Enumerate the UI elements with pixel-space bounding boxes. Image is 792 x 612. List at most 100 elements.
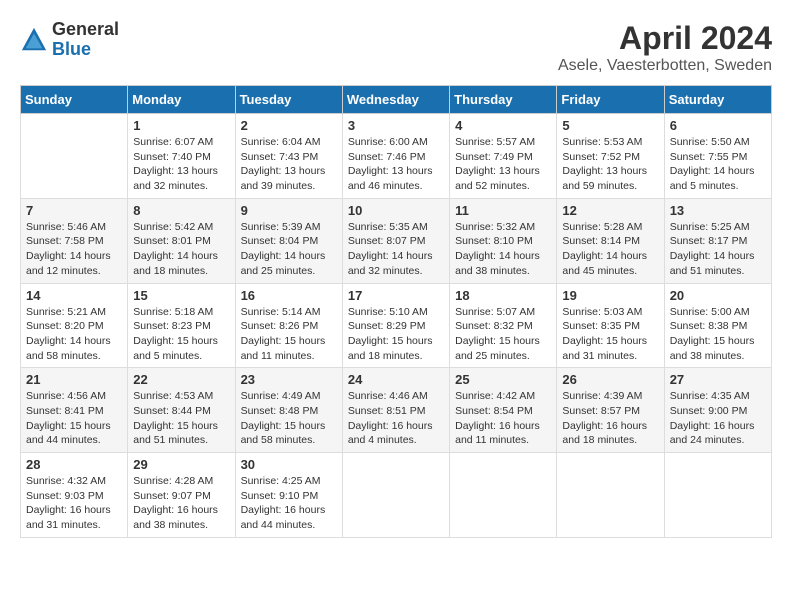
header-friday: Friday	[557, 86, 664, 114]
cell-content: Sunrise: 4:32 AM Sunset: 9:03 PM Dayligh…	[26, 474, 122, 533]
cell-content: Sunrise: 5:32 AM Sunset: 8:10 PM Dayligh…	[455, 220, 551, 279]
calendar-week-row: 1Sunrise: 6:07 AM Sunset: 7:40 PM Daylig…	[21, 114, 772, 199]
calendar-week-row: 21 Sunrise: 4:56 AM Sunset: 8:41 PM Dayli…	[21, 368, 772, 453]
header-sunday: Sunday	[21, 86, 128, 114]
cell-content: Sunrise: 5:25 AM Sunset: 8:17 PM Dayligh…	[670, 220, 766, 279]
cell-content: Sunrise: 4:53 AM Sunset: 8:44 PM Dayligh…	[133, 389, 229, 448]
calendar-cell: 10Sunrise: 5:35 AM Sunset: 8:07 PM Dayli…	[342, 198, 449, 283]
cell-content: Sunrise: 6:04 AM Sunset: 7:43 PM Dayligh…	[241, 135, 337, 194]
day-number: 28	[26, 457, 122, 472]
calendar-cell	[557, 453, 664, 538]
calendar-cell: 3 Sunrise: 6:00 AM Sunset: 7:46 PM Daylig…	[342, 114, 449, 199]
calendar-cell: 25Sunrise: 4:42 AM Sunset: 8:54 PM Dayli…	[450, 368, 557, 453]
day-number: 21	[26, 372, 122, 387]
calendar-week-row: 28 Sunrise: 4:32 AM Sunset: 9:03 PM Dayli…	[21, 453, 772, 538]
calendar-cell: 30Sunrise: 4:25 AM Sunset: 9:10 PM Dayli…	[235, 453, 342, 538]
day-number: 22	[133, 372, 229, 387]
day-number: 3	[348, 118, 444, 133]
calendar-cell: 4 Sunrise: 5:57 AM Sunset: 7:49 PM Daylig…	[450, 114, 557, 199]
calendar-week-row: 14 Sunrise: 5:21 AM Sunset: 8:20 PM Dayli…	[21, 283, 772, 368]
logo-icon	[20, 26, 48, 54]
day-number: 20	[670, 288, 766, 303]
calendar-cell: 14 Sunrise: 5:21 AM Sunset: 8:20 PM Dayli…	[21, 283, 128, 368]
day-number: 14	[26, 288, 122, 303]
header-wednesday: Wednesday	[342, 86, 449, 114]
page-header: General Blue April 2024 Asele, Vaesterbo…	[20, 20, 772, 75]
cell-content: Sunrise: 5:03 AM Sunset: 8:35 PM Dayligh…	[562, 305, 658, 364]
month-title: April 2024	[558, 20, 772, 57]
calendar-cell	[664, 453, 771, 538]
calendar-header-row: SundayMondayTuesdayWednesdayThursdayFrid…	[21, 86, 772, 114]
calendar-cell	[21, 114, 128, 199]
day-number: 19	[562, 288, 658, 303]
cell-content: Sunrise: 4:35 AM Sunset: 9:00 PM Dayligh…	[670, 389, 766, 448]
cell-content: Sunrise: 5:57 AM Sunset: 7:49 PM Dayligh…	[455, 135, 551, 194]
day-number: 26	[562, 372, 658, 387]
cell-content: Sunrise: 5:28 AM Sunset: 8:14 PM Dayligh…	[562, 220, 658, 279]
calendar-cell: 19 Sunrise: 5:03 AM Sunset: 8:35 PM Dayli…	[557, 283, 664, 368]
header-tuesday: Tuesday	[235, 86, 342, 114]
calendar-cell: 1Sunrise: 6:07 AM Sunset: 7:40 PM Daylig…	[128, 114, 235, 199]
day-number: 16	[241, 288, 337, 303]
calendar-cell: 5 Sunrise: 5:53 AM Sunset: 7:52 PM Daylig…	[557, 114, 664, 199]
header-saturday: Saturday	[664, 86, 771, 114]
cell-content: Sunrise: 4:49 AM Sunset: 8:48 PM Dayligh…	[241, 389, 337, 448]
day-number: 27	[670, 372, 766, 387]
calendar-cell: 21 Sunrise: 4:56 AM Sunset: 8:41 PM Dayli…	[21, 368, 128, 453]
title-block: April 2024 Asele, Vaesterbotten, Sweden	[558, 20, 772, 75]
day-number: 2	[241, 118, 337, 133]
cell-content: Sunrise: 5:39 AM Sunset: 8:04 PM Dayligh…	[241, 220, 337, 279]
cell-content: Sunrise: 5:10 AM Sunset: 8:29 PM Dayligh…	[348, 305, 444, 364]
day-number: 23	[241, 372, 337, 387]
cell-content: Sunrise: 4:39 AM Sunset: 8:57 PM Dayligh…	[562, 389, 658, 448]
cell-content: Sunrise: 5:21 AM Sunset: 8:20 PM Dayligh…	[26, 305, 122, 364]
cell-content: Sunrise: 5:18 AM Sunset: 8:23 PM Dayligh…	[133, 305, 229, 364]
day-number: 15	[133, 288, 229, 303]
day-number: 13	[670, 203, 766, 218]
location-title: Asele, Vaesterbotten, Sweden	[558, 57, 772, 75]
calendar-cell: 22 Sunrise: 4:53 AM Sunset: 8:44 PM Dayli…	[128, 368, 235, 453]
calendar-cell: 6 Sunrise: 5:50 AM Sunset: 7:55 PM Daylig…	[664, 114, 771, 199]
calendar-cell: 8Sunrise: 5:42 AM Sunset: 8:01 PM Daylig…	[128, 198, 235, 283]
day-number: 17	[348, 288, 444, 303]
day-number: 9	[241, 203, 337, 218]
cell-content: Sunrise: 4:42 AM Sunset: 8:54 PM Dayligh…	[455, 389, 551, 448]
logo-blue-text: Blue	[52, 40, 119, 60]
cell-content: Sunrise: 6:00 AM Sunset: 7:46 PM Dayligh…	[348, 135, 444, 194]
calendar-cell: 7 Sunrise: 5:46 AM Sunset: 7:58 PM Daylig…	[21, 198, 128, 283]
calendar-cell: 29 Sunrise: 4:28 AM Sunset: 9:07 PM Dayli…	[128, 453, 235, 538]
cell-content: Sunrise: 4:46 AM Sunset: 8:51 PM Dayligh…	[348, 389, 444, 448]
cell-content: Sunrise: 6:07 AM Sunset: 7:40 PM Dayligh…	[133, 135, 229, 194]
day-number: 6	[670, 118, 766, 133]
calendar-cell	[450, 453, 557, 538]
calendar-cell: 18Sunrise: 5:07 AM Sunset: 8:32 PM Dayli…	[450, 283, 557, 368]
cell-content: Sunrise: 5:35 AM Sunset: 8:07 PM Dayligh…	[348, 220, 444, 279]
day-number: 24	[348, 372, 444, 387]
day-number: 30	[241, 457, 337, 472]
calendar-week-row: 7 Sunrise: 5:46 AM Sunset: 7:58 PM Daylig…	[21, 198, 772, 283]
day-number: 4	[455, 118, 551, 133]
day-number: 12	[562, 203, 658, 218]
logo-general-text: General	[52, 20, 119, 40]
calendar-cell: 9 Sunrise: 5:39 AM Sunset: 8:04 PM Daylig…	[235, 198, 342, 283]
cell-content: Sunrise: 4:56 AM Sunset: 8:41 PM Dayligh…	[26, 389, 122, 448]
day-number: 5	[562, 118, 658, 133]
cell-content: Sunrise: 4:28 AM Sunset: 9:07 PM Dayligh…	[133, 474, 229, 533]
cell-content: Sunrise: 5:53 AM Sunset: 7:52 PM Dayligh…	[562, 135, 658, 194]
calendar-cell: 26 Sunrise: 4:39 AM Sunset: 8:57 PM Dayli…	[557, 368, 664, 453]
cell-content: Sunrise: 5:50 AM Sunset: 7:55 PM Dayligh…	[670, 135, 766, 194]
calendar-table: SundayMondayTuesdayWednesdayThursdayFrid…	[20, 85, 772, 538]
cell-content: Sunrise: 5:46 AM Sunset: 7:58 PM Dayligh…	[26, 220, 122, 279]
cell-content: Sunrise: 5:07 AM Sunset: 8:32 PM Dayligh…	[455, 305, 551, 364]
day-number: 7	[26, 203, 122, 218]
calendar-cell: 24 Sunrise: 4:46 AM Sunset: 8:51 PM Dayli…	[342, 368, 449, 453]
calendar-cell: 13 Sunrise: 5:25 AM Sunset: 8:17 PM Dayli…	[664, 198, 771, 283]
calendar-cell: 12 Sunrise: 5:28 AM Sunset: 8:14 PM Dayli…	[557, 198, 664, 283]
day-number: 8	[133, 203, 229, 218]
cell-content: Sunrise: 5:00 AM Sunset: 8:38 PM Dayligh…	[670, 305, 766, 364]
header-monday: Monday	[128, 86, 235, 114]
calendar-cell: 15 Sunrise: 5:18 AM Sunset: 8:23 PM Dayli…	[128, 283, 235, 368]
calendar-cell: 27 Sunrise: 4:35 AM Sunset: 9:00 PM Dayli…	[664, 368, 771, 453]
cell-content: Sunrise: 5:14 AM Sunset: 8:26 PM Dayligh…	[241, 305, 337, 364]
day-number: 29	[133, 457, 229, 472]
